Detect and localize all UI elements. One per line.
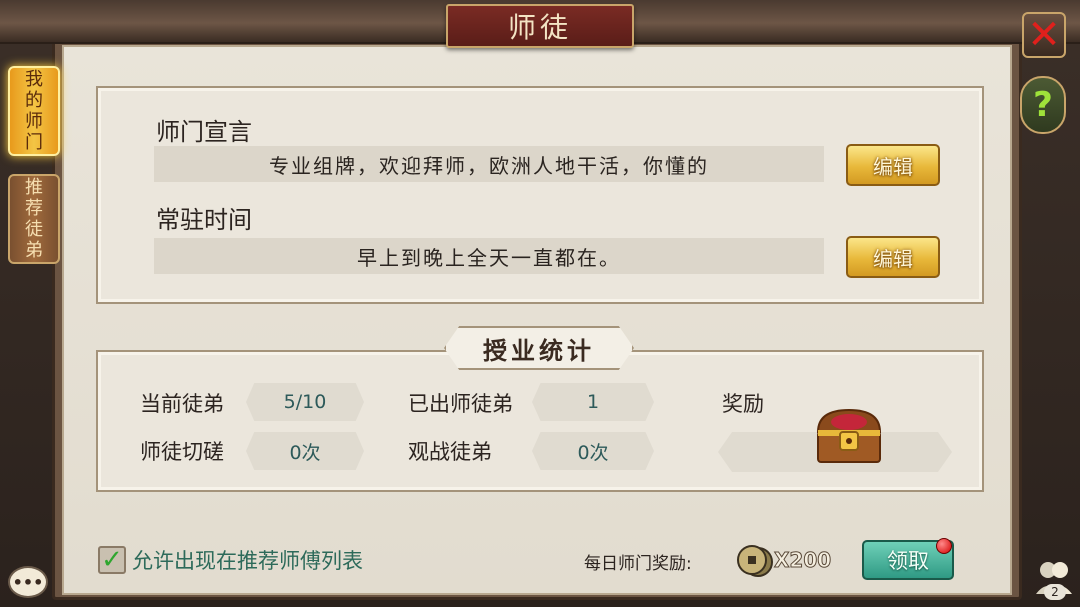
spectate-value: 0次: [532, 432, 654, 470]
coin-count: X200: [773, 548, 832, 573]
current-disciples-label: 当前徒弟: [140, 392, 224, 416]
chat-icon[interactable]: •••: [8, 566, 48, 598]
allow-recommend-label[interactable]: 允许出现在推荐师傅列表: [132, 545, 363, 575]
allow-recommend-checkbox[interactable]: ✓: [98, 546, 126, 574]
close-button[interactable]: ✕: [1022, 12, 1066, 58]
graduated-label: 已出师徒弟: [408, 392, 513, 416]
edit-resident-time-button[interactable]: 编辑: [846, 236, 940, 278]
resident-time-text: 早上到晚上全天一直都在。: [154, 238, 824, 274]
sparring-label: 师徒切磋: [140, 440, 224, 464]
friends-count-badge: 2: [1044, 584, 1066, 600]
help-icon: ?: [1033, 85, 1053, 125]
title-plate: 师徒: [446, 4, 634, 48]
copper-coin-icon: [737, 545, 773, 577]
tab-my-school[interactable]: 我的师门: [8, 66, 60, 156]
edit-declaration-button[interactable]: 编辑: [846, 144, 940, 186]
current-disciples-value: 5/10: [246, 383, 364, 421]
tab-recommended-disciples[interactable]: 推荐徒弟: [8, 174, 60, 264]
treasure-chest-icon[interactable]: [812, 404, 886, 466]
reward-label: 奖励: [722, 392, 764, 416]
sparring-value: 0次: [246, 432, 364, 470]
graduated-value: 1: [532, 383, 654, 421]
spectate-label: 观战徒弟: [408, 440, 492, 464]
tab-label: 推荐徒弟: [25, 177, 43, 261]
resident-time-heading: 常驻时间: [156, 206, 252, 234]
checkmark-icon: ✓: [101, 545, 123, 575]
notification-dot: [936, 538, 952, 554]
declaration-text: 专业组牌，欢迎拜师，欧洲人地干活，你懂的: [154, 146, 824, 182]
help-button[interactable]: ?: [1020, 76, 1066, 134]
stats-title: 授业统计: [444, 326, 634, 370]
close-icon: ✕: [1027, 12, 1061, 58]
daily-reward-label: 每日师门奖励:: [584, 554, 692, 574]
tab-label: 我的师门: [25, 69, 43, 153]
declaration-heading: 师门宣言: [156, 118, 252, 146]
window-title: 师徒: [507, 11, 572, 44]
